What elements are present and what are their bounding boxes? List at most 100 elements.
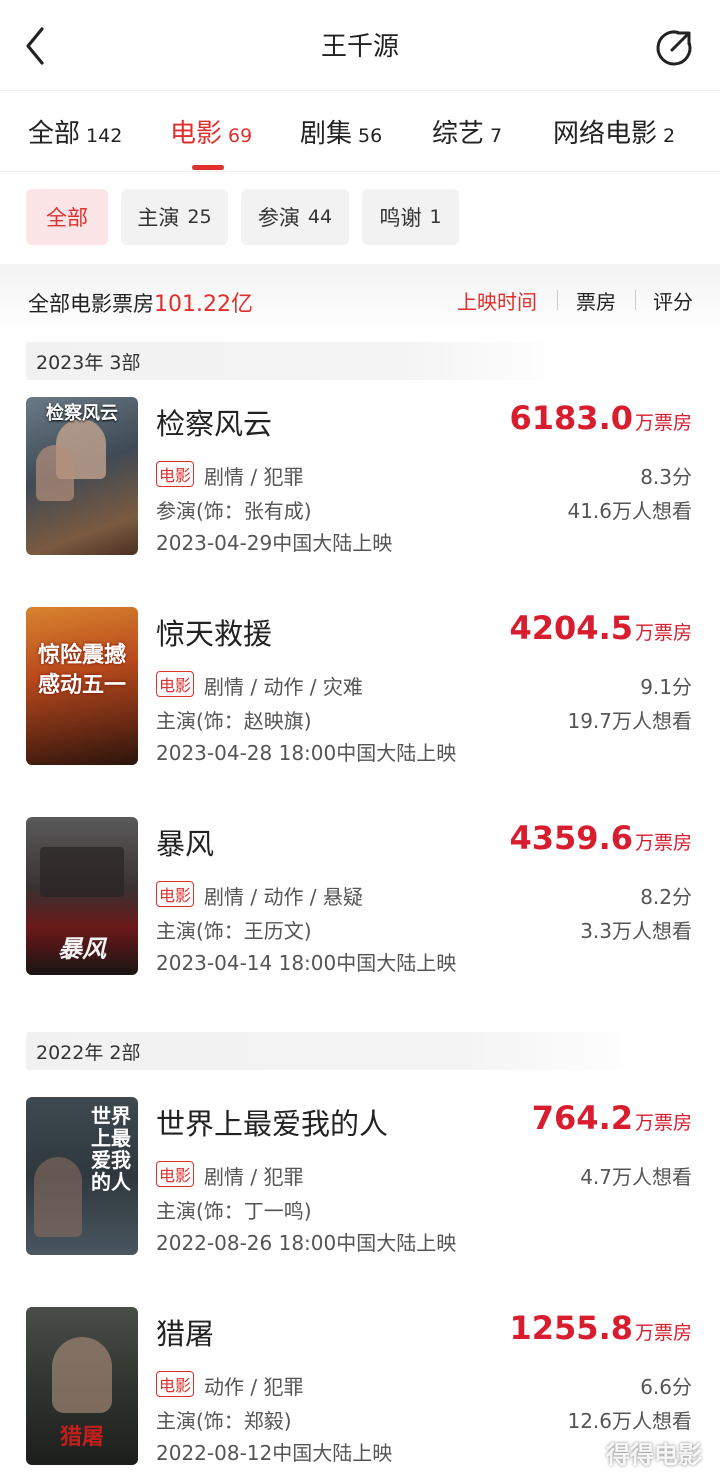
film-title: 检察风云 <box>156 407 273 441</box>
box-office-unit: 万票房 <box>634 1112 692 1134</box>
share-icon <box>656 30 692 66</box>
type-badge: 电影 <box>156 1161 194 1187</box>
poster-title: 惊险震撼 感动五一 <box>37 643 126 698</box>
summary-value: 101.22亿 <box>154 292 253 317</box>
film-title: 暴风 <box>156 827 215 861</box>
release-date: 2022-08-26 18:00中国大陆上映 <box>156 1231 457 1255</box>
poster-figure <box>36 445 74 501</box>
box-office-value: 764.2 <box>531 1099 633 1137</box>
tab-label: 综艺 <box>432 119 485 149</box>
release-date: 2023-04-14 18:00中国大陆上映 <box>156 951 457 975</box>
tab-variety[interactable]: 综艺 7 <box>432 113 502 150</box>
box-office-summary: 全部电影票房101.22亿 上映时间 票房 评分 <box>0 264 720 334</box>
year-group-header: 2023年 3部 <box>26 342 566 380</box>
film-title: 猎屠 <box>156 1317 215 1351</box>
box-office-value: 1255.8 <box>509 1309 633 1347</box>
film-role: 主演(饰：王历文) <box>156 919 312 943</box>
year-label: 2023年 3部 <box>36 352 141 374</box>
tab-web-movies[interactable]: 网络电影 2 <box>553 113 675 150</box>
poster-title: 世界上最爱我的人 <box>91 1104 131 1194</box>
type-badge: 电影 <box>156 881 194 907</box>
category-tabs: 全部 142 电影 69 剧集 56 综艺 7 网络电影 2 <box>0 90 720 172</box>
page-title: 王千源 <box>320 32 399 62</box>
share-button[interactable] <box>654 28 694 68</box>
film-item[interactable]: 检察风云 检察风云 6183.0 万票房 电影 剧情 / 犯罪 8.3分 参演(饰… <box>0 397 720 567</box>
film-poster[interactable]: 暴风 <box>26 817 138 975</box>
want-to-see-count: 12.6万人想看 <box>567 1409 692 1433</box>
poster-title: 暴风 <box>58 935 106 963</box>
box-office-value: 6183.0 <box>509 399 633 437</box>
box-office-unit: 万票房 <box>634 832 692 854</box>
film-role: 主演(饰：丁一鸣) <box>156 1199 312 1223</box>
filter-label: 全部 <box>46 206 88 230</box>
divider <box>557 290 558 310</box>
film-poster[interactable]: 惊险震撼 感动五一 <box>26 607 138 765</box>
poster-figure <box>40 847 124 897</box>
sort-box-office[interactable]: 票房 <box>576 286 616 315</box>
film-role: 主演(饰：赵映旗) <box>156 709 312 733</box>
filter-count: 25 <box>187 206 212 228</box>
tab-label: 剧集 <box>300 119 353 149</box>
box-office: 764.2 万票房 <box>532 1099 692 1137</box>
box-office: 4359.6 万票房 <box>510 819 693 857</box>
filter-count: 1 <box>429 206 442 228</box>
film-genre: 剧情 / 犯罪 <box>204 1165 304 1189</box>
poster-figure <box>34 1157 82 1237</box>
sort-rating[interactable]: 评分 <box>653 286 693 315</box>
tab-count: 2 <box>663 125 676 147</box>
poster-title: 猎屠 <box>59 1425 104 1450</box>
tab-count: 142 <box>86 125 123 147</box>
film-genre: 剧情 / 动作 / 灾难 <box>204 675 363 699</box>
role-filters: 全部 主演 25 参演 44 鸣谢 1 <box>0 172 720 264</box>
tab-label: 电影 <box>170 119 223 149</box>
tab-series[interactable]: 剧集 56 <box>300 113 382 150</box>
divider <box>635 290 636 310</box>
year-group-header: 2022年 2部 <box>26 1032 646 1070</box>
filter-all[interactable]: 全部 <box>26 189 108 245</box>
film-poster[interactable]: 猎屠 <box>26 1307 138 1465</box>
want-to-see-count: 4.7万人想看 <box>580 1165 692 1189</box>
film-score: 6.6分 <box>640 1375 692 1399</box>
sort-release-date[interactable]: 上映时间 <box>457 286 537 315</box>
poster-figure <box>52 1337 112 1413</box>
film-role: 主演(饰：郑毅) <box>156 1409 292 1433</box>
tab-label: 网络电影 <box>553 119 658 149</box>
want-to-see-count: 3.3万人想看 <box>580 919 692 943</box>
box-office: 4204.5 万票房 <box>510 609 693 647</box>
release-date: 2022-08-12中国大陆上映 <box>156 1441 393 1465</box>
filter-label: 参演 <box>257 206 300 230</box>
filter-supporting[interactable]: 参演 44 <box>241 189 349 245</box>
film-poster[interactable]: 检察风云 <box>26 397 138 555</box>
tab-count: 69 <box>228 125 253 147</box>
summary-label: 全部电影票房101.22亿 <box>28 286 253 318</box>
release-date: 2023-04-28 18:00中国大陆上映 <box>156 741 457 765</box>
type-badge: 电影 <box>156 671 194 697</box>
poster-title: 检察风云 <box>46 403 118 424</box>
want-to-see-count: 41.6万人想看 <box>567 499 692 523</box>
want-to-see-count: 19.7万人想看 <box>567 709 692 733</box>
film-score: 8.2分 <box>640 885 692 909</box>
box-office-unit: 万票房 <box>634 1322 692 1344</box>
filter-label: 鸣谢 <box>379 206 422 230</box>
tab-count: 7 <box>490 125 503 147</box>
film-item[interactable]: 世界上最爱我的人 世界上最爱我的人 764.2 万票房 电影 剧情 / 犯罪 主演… <box>0 1097 720 1267</box>
filter-thanks[interactable]: 鸣谢 1 <box>362 189 459 245</box>
box-office-unit: 万票房 <box>634 412 692 434</box>
film-genre: 动作 / 犯罪 <box>204 1375 304 1399</box>
box-office-value: 4359.6 <box>509 819 633 857</box>
filter-lead[interactable]: 主演 25 <box>121 189 228 245</box>
film-item[interactable]: 暴风 暴风 4359.6 万票房 电影 剧情 / 动作 / 悬疑 8.2分 主演(… <box>0 817 720 987</box>
box-office-unit: 万票房 <box>634 622 692 644</box>
box-office-value: 4204.5 <box>509 609 633 647</box>
film-poster[interactable]: 世界上最爱我的人 <box>26 1097 138 1255</box>
tab-movies[interactable]: 电影 69 <box>170 113 252 150</box>
box-office: 1255.8 万票房 <box>510 1309 693 1347</box>
summary-text: 全部电影票房 <box>28 292 154 316</box>
film-score: 9.1分 <box>640 675 692 699</box>
film-genre: 剧情 / 犯罪 <box>204 465 304 489</box>
film-item[interactable]: 惊险震撼 感动五一 惊天救援 4204.5 万票房 电影 剧情 / 动作 / 灾难… <box>0 607 720 777</box>
tab-all[interactable]: 全部 142 <box>28 113 122 150</box>
type-badge: 电影 <box>156 461 194 487</box>
watermark: 得得电影 <box>606 1441 702 1469</box>
tab-label: 全部 <box>28 119 81 149</box>
